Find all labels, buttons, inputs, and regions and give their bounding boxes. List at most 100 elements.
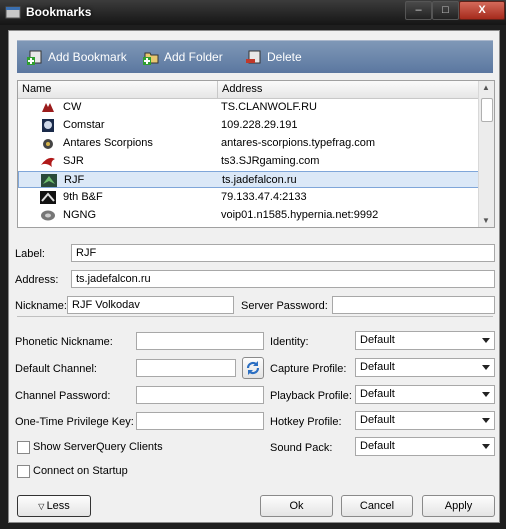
label-input[interactable]: [71, 244, 495, 262]
default-channel-input[interactable]: [136, 359, 236, 377]
address-input[interactable]: [71, 270, 495, 288]
dropdown-arrow-icon: [482, 418, 490, 423]
window-title: Bookmarks: [26, 5, 92, 19]
list-item[interactable]: Comstar 109.228.29.191: [18, 117, 479, 134]
show-serverquery-checkbox[interactable]: [17, 441, 30, 454]
cancel-button[interactable]: Cancel: [341, 495, 413, 517]
channel-password-label: Channel Password:: [15, 390, 111, 402]
bookmark-name: RJF: [64, 174, 85, 186]
list-item-selected[interactable]: RJF ts.jadefalcon.ru: [18, 171, 479, 188]
bookmark-name: SJR: [63, 155, 84, 167]
default-channel-label: Default Channel:: [15, 363, 97, 375]
collapse-arrow-icon: ▽: [38, 502, 47, 511]
bookmark-name: CW: [63, 101, 82, 113]
bookmark-name: Comstar: [63, 119, 105, 131]
dialog-body: Add Bookmark Add Folder Delete Name Addr…: [8, 30, 500, 523]
list-item[interactable]: SJR ts3.SJRgaming.com: [18, 153, 479, 170]
privilege-key-input[interactable]: [136, 412, 264, 430]
close-button[interactable]: X: [459, 1, 505, 20]
sound-pack-label: Sound Pack:: [270, 442, 333, 454]
list-item[interactable]: NGNG voip01.n1585.hypernia.net:9992: [18, 207, 479, 224]
bookmark-name: NGNG: [63, 209, 96, 221]
show-serverquery-label[interactable]: Show ServerQuery Clients: [33, 441, 163, 453]
connect-startup-label[interactable]: Connect on Startup: [33, 465, 128, 477]
minimize-button[interactable]: –: [405, 1, 432, 20]
bookmark-address: 109.228.29.191: [221, 119, 298, 131]
nickname-field-label: Nickname:: [15, 300, 67, 312]
privilege-key-label: One-Time Privilege Key:: [15, 416, 134, 428]
playback-profile-select[interactable]: Default: [355, 385, 495, 404]
capture-profile-label: Capture Profile:: [270, 363, 347, 375]
hotkey-profile-value: Default: [360, 414, 395, 426]
phonetic-nickname-label: Phonetic Nickname:: [15, 336, 113, 348]
nickname-input[interactable]: [67, 296, 234, 314]
apply-button[interactable]: Apply: [422, 495, 495, 517]
refresh-icon: [246, 361, 260, 375]
ngng-icon: [41, 210, 55, 221]
address-field-label: Address:: [15, 274, 59, 286]
sound-pack-select[interactable]: Default: [355, 437, 495, 456]
add-bookmark-icon: [27, 50, 42, 65]
bookmarks-window: Bookmarks – □ X Add Bookmark Add Folder …: [0, 0, 506, 529]
connect-startup-checkbox[interactable]: [17, 465, 30, 478]
delete-icon: [246, 50, 261, 64]
maximize-button[interactable]: □: [432, 1, 459, 20]
add-bookmark-label: Add Bookmark: [48, 50, 127, 64]
channel-password-input[interactable]: [136, 386, 264, 404]
bookmark-address: ts.jadefalcon.ru: [222, 174, 297, 186]
list-item[interactable]: CW TS.CLANWOLF.RU: [18, 99, 479, 116]
add-folder-button[interactable]: Add Folder: [143, 48, 223, 66]
scroll-up-arrow-icon[interactable]: ▲: [482, 83, 490, 92]
address-column-header[interactable]: Address: [222, 83, 262, 95]
bookmark-address: TS.CLANWOLF.RU: [221, 101, 317, 113]
server-password-label: Server Password:: [241, 300, 328, 312]
list-item[interactable]: 9th B&F 79.133.47.4:2133: [18, 189, 479, 206]
scroll-thumb[interactable]: [481, 98, 493, 122]
label-field-label: Label:: [15, 248, 45, 260]
list-item[interactable]: Antares Scorpions antares-scorpions.type…: [18, 135, 479, 152]
bookmark-address: voip01.n1585.hypernia.net:9992: [221, 209, 379, 221]
bookmark-address: ts3.SJRgaming.com: [221, 155, 320, 167]
bookmark-address: 79.133.47.4:2133: [221, 191, 307, 203]
capture-profile-select[interactable]: Default: [355, 358, 495, 377]
dropdown-arrow-icon: [482, 444, 490, 449]
list-header: Name Address: [18, 81, 494, 99]
dropdown-arrow-icon: [482, 392, 490, 397]
ok-button[interactable]: Ok: [260, 495, 333, 517]
bookmarks-icon: [5, 6, 21, 19]
bf-icon: [40, 191, 56, 204]
identity-label: Identity:: [270, 336, 309, 348]
toolbar: Add Bookmark Add Folder Delete: [17, 40, 493, 73]
playback-profile-label: Playback Profile:: [270, 390, 352, 402]
bookmark-name: 9th B&F: [63, 191, 103, 203]
bookmark-list[interactable]: Name Address CW TS.CLANWOLF.RU Comstar 1…: [17, 80, 495, 228]
less-label: Less: [46, 500, 70, 512]
scroll-down-arrow-icon[interactable]: ▼: [482, 216, 490, 225]
hotkey-profile-select[interactable]: Default: [355, 411, 495, 430]
delete-label: Delete: [267, 50, 302, 64]
scorpion-icon: [43, 139, 53, 149]
bookmark-address: antares-scorpions.typefrag.com: [221, 137, 376, 149]
sjr-icon: [41, 157, 55, 167]
add-bookmark-button[interactable]: Add Bookmark: [27, 48, 127, 66]
phonetic-nickname-input[interactable]: [136, 332, 264, 350]
list-scrollbar[interactable]: ▲ ▼: [478, 81, 494, 227]
title-bar: Bookmarks – □ X: [0, 0, 506, 25]
refresh-channel-button[interactable]: [242, 357, 264, 379]
dropdown-arrow-icon: [482, 338, 490, 343]
comstar-icon: [42, 119, 54, 132]
add-folder-label: Add Folder: [164, 50, 223, 64]
name-column-header[interactable]: Name: [22, 83, 51, 95]
column-divider[interactable]: [217, 81, 218, 98]
identity-select[interactable]: Default: [355, 331, 495, 350]
bookmark-name: Antares Scorpions: [63, 137, 153, 149]
add-folder-icon: [143, 52, 159, 65]
less-button[interactable]: ▽ Less: [17, 495, 91, 517]
wolf-icon: [42, 103, 54, 112]
playback-profile-value: Default: [360, 388, 395, 400]
falcon-icon: [41, 174, 57, 187]
hotkey-profile-label: Hotkey Profile:: [270, 416, 342, 428]
dropdown-arrow-icon: [482, 365, 490, 370]
server-password-input[interactable]: [332, 296, 495, 314]
delete-button[interactable]: Delete: [246, 48, 302, 66]
